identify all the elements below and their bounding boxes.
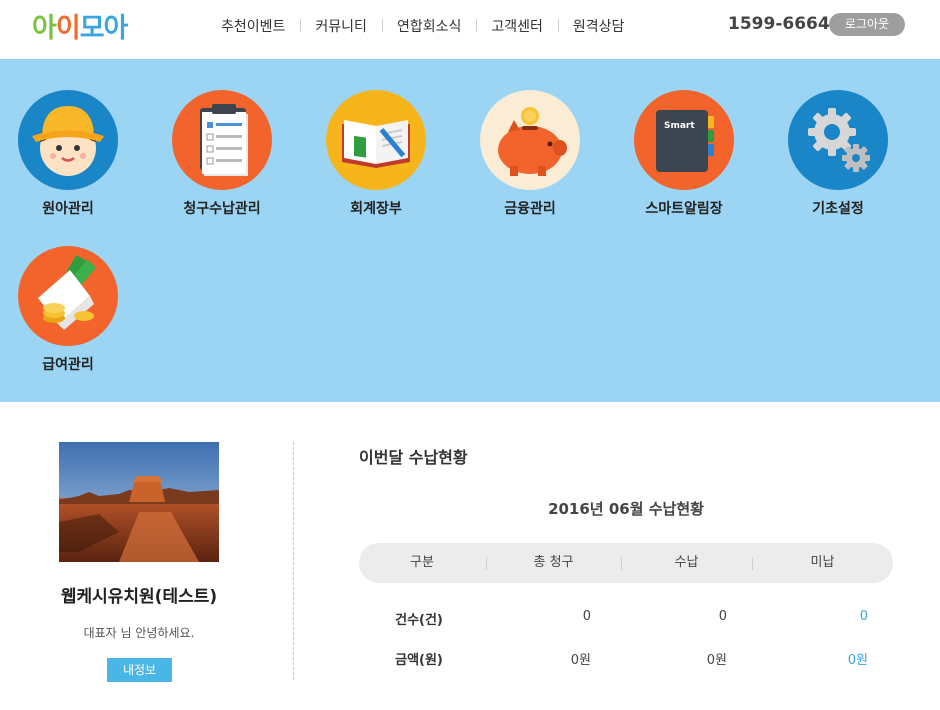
logo-char: 이 bbox=[55, 12, 81, 44]
nav-item-association-news[interactable]: 연합회소식 bbox=[381, 16, 476, 36]
nav-item-customer-center[interactable]: 고객센터 bbox=[476, 16, 558, 36]
column-header: 총 청구 bbox=[533, 555, 574, 570]
greeting-text: 대표자 님 안녕하세요. bbox=[83, 626, 195, 640]
menu-item-finance[interactable]: 금융관리 bbox=[460, 90, 600, 218]
column-header: 미납 bbox=[810, 555, 835, 570]
piggy-bank-icon bbox=[480, 90, 580, 190]
paid-amount: 0원 bbox=[706, 653, 727, 668]
row-label: 금액(원) bbox=[395, 653, 443, 668]
unpaid-amount[interactable]: 0원 bbox=[788, 649, 868, 668]
menu-label: 기초설정 bbox=[812, 201, 864, 217]
total-count: 0 bbox=[582, 609, 591, 624]
menu-band: 원아관리 청구수납관리 회계장부 금융관리 Smart 스마트알림장 기초설정 … bbox=[0, 59, 940, 402]
column-header: 수납 bbox=[674, 555, 699, 570]
top-header: 아 이 모 아 추천이벤트 커뮤니티 연합회소식 고객센터 원격상담 1599-… bbox=[0, 0, 940, 59]
menu-label: 회계장부 bbox=[350, 201, 402, 217]
menu-label: 급여관리 bbox=[42, 357, 94, 373]
row-label: 건수(건) bbox=[395, 613, 443, 628]
nav-item-community[interactable]: 커뮤니티 bbox=[300, 16, 382, 36]
menu-item-smart-notice[interactable]: Smart 스마트알림장 bbox=[614, 90, 754, 218]
smart-notebook-icon: Smart bbox=[634, 90, 734, 190]
menu-item-payroll[interactable]: 급여관리 bbox=[0, 246, 138, 374]
menu-label: 원아관리 bbox=[42, 201, 94, 217]
column-header: 구분 bbox=[410, 555, 434, 570]
menu-item-ledger[interactable]: 회계장부 bbox=[306, 90, 446, 218]
vertical-divider bbox=[293, 442, 294, 680]
paid-count: 0 bbox=[718, 609, 727, 624]
logout-button[interactable]: 로그아웃 bbox=[829, 13, 905, 36]
total-amount: 0원 bbox=[570, 653, 591, 668]
logo-char: 모 bbox=[79, 12, 105, 44]
school-name: 웹케시유치원(테스트) bbox=[60, 587, 218, 607]
nav-item-events[interactable]: 추천이벤트 bbox=[206, 16, 300, 36]
unpaid-count[interactable]: 0 bbox=[788, 609, 868, 624]
period-title: 2016년 06월 수납현황 bbox=[548, 500, 704, 518]
section-title: 이번달 수납현황 bbox=[359, 448, 468, 467]
menu-item-children[interactable]: 원아관리 bbox=[0, 90, 138, 218]
money-envelope-icon bbox=[18, 246, 118, 346]
my-info-button[interactable]: 내정보 bbox=[107, 658, 172, 682]
menu-label: 금융관리 bbox=[504, 201, 556, 217]
logo-char: 아 bbox=[103, 12, 129, 44]
ledger-book-icon bbox=[326, 90, 426, 190]
clipboard-icon bbox=[172, 90, 272, 190]
profile-panel: 웹케시유치원(테스트) 대표자 님 안녕하세요. 내정보 bbox=[0, 402, 292, 710]
table-header: 구분 총 청구 수납 미납 bbox=[359, 543, 893, 583]
gear-icon bbox=[788, 90, 888, 190]
child-icon bbox=[18, 90, 118, 190]
phone-number: 1599-6664 bbox=[728, 14, 830, 34]
profile-photo bbox=[59, 442, 219, 562]
menu-item-billing[interactable]: 청구수납관리 bbox=[152, 90, 292, 218]
menu-label: 스마트알림장 bbox=[645, 201, 723, 217]
notebook-label: Smart bbox=[664, 121, 695, 131]
menu-item-settings[interactable]: 기초설정 bbox=[768, 90, 908, 218]
nav-item-remote-support[interactable]: 원격상담 bbox=[557, 16, 640, 36]
menu-label: 청구수납관리 bbox=[183, 201, 261, 217]
logo-char: 아 bbox=[32, 12, 57, 44]
logo[interactable]: 아 이 모 아 bbox=[32, 8, 129, 44]
main-nav: 추천이벤트 커뮤니티 연합회소식 고객센터 원격상담 bbox=[206, 16, 639, 36]
